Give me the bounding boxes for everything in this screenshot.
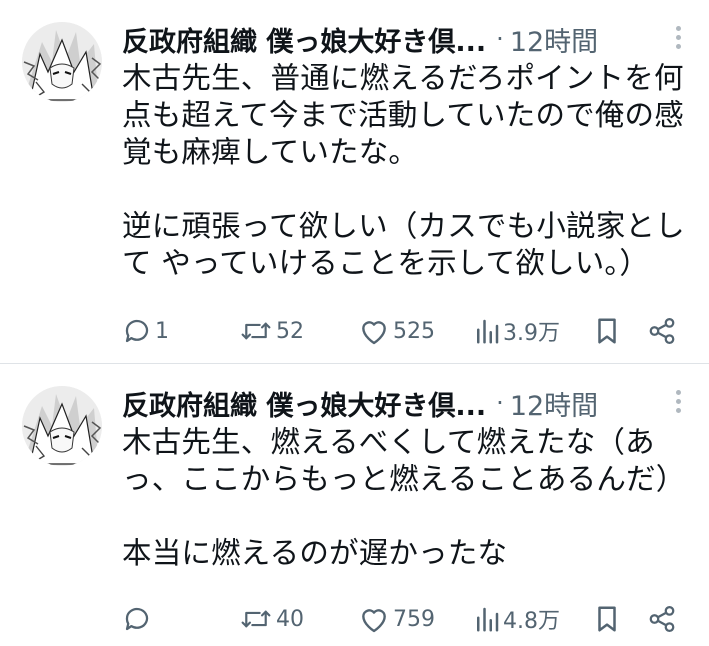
like-icon	[358, 604, 390, 634]
timestamp[interactable]: 12時間	[510, 384, 598, 423]
retweet-count: 40	[276, 606, 304, 632]
like-count: 759	[393, 606, 435, 632]
author-name[interactable]: 反政府組織 僕っ娘大好き倶...	[122, 20, 486, 59]
action-bar: 40 759 4.8万	[122, 601, 689, 637]
separator: ·	[496, 389, 504, 417]
reply-icon	[122, 316, 152, 346]
action-bar: 1 52 525 3.9万	[122, 313, 689, 349]
views-icon	[474, 316, 500, 346]
views-icon	[474, 604, 500, 634]
bookmark-button[interactable]	[593, 313, 621, 349]
like-button[interactable]: 525	[358, 313, 435, 349]
reply-count: 1	[155, 318, 169, 344]
tweet[interactable]: 反政府組織 僕っ娘大好き倶... · 12時間 木古先生、燃えるべくして燃えたな…	[0, 364, 709, 646]
avatar[interactable]	[22, 386, 102, 466]
more-icon[interactable]	[668, 386, 688, 422]
views-count: 3.9万	[503, 321, 560, 346]
retweet-button[interactable]: 52	[239, 313, 304, 349]
more-icon[interactable]	[668, 22, 688, 58]
bookmark-icon	[593, 316, 621, 346]
timestamp[interactable]: 12時間	[510, 20, 598, 59]
retweet-icon	[239, 604, 273, 634]
avatar[interactable]	[22, 22, 102, 102]
views-count: 4.8万	[503, 609, 560, 634]
tweet[interactable]: 反政府組織 僕っ娘大好き倶... · 12時間 木古先生、普通に燃えるだろポイン…	[0, 0, 709, 363]
retweet-count: 52	[276, 318, 304, 344]
like-icon	[358, 316, 390, 346]
reply-button[interactable]	[122, 601, 155, 637]
author-name[interactable]: 反政府組織 僕っ娘大好き倶...	[122, 384, 486, 423]
share-button[interactable]	[647, 601, 677, 637]
tweet-header: 反政府組織 僕っ娘大好き倶... · 12時間	[122, 20, 689, 58]
bookmark-button[interactable]	[593, 601, 621, 637]
share-icon	[647, 604, 677, 634]
tweet-text: 木古先生、燃えるべくして燃えたな（あっ、ここからもっと燃えることあるんだ） 本当…	[122, 425, 686, 570]
tweet-text: 木古先生、普通に燃えるだろポイントを何点も超えて今まで活動していたので俺の感覚も…	[122, 61, 685, 280]
like-count: 525	[393, 318, 435, 344]
views-button[interactable]: 4.8万	[474, 601, 560, 637]
tweet-header: 反政府組織 僕っ娘大好き倶... · 12時間	[122, 384, 689, 422]
bookmark-icon	[593, 604, 621, 634]
reply-button[interactable]: 1	[122, 313, 169, 349]
retweet-icon	[239, 316, 273, 346]
retweet-button[interactable]: 40	[239, 601, 304, 637]
views-button[interactable]: 3.9万	[474, 313, 560, 349]
reply-icon	[122, 604, 152, 634]
share-button[interactable]	[647, 313, 677, 349]
like-button[interactable]: 759	[358, 601, 435, 637]
separator: ·	[496, 25, 504, 53]
share-icon	[647, 316, 677, 346]
